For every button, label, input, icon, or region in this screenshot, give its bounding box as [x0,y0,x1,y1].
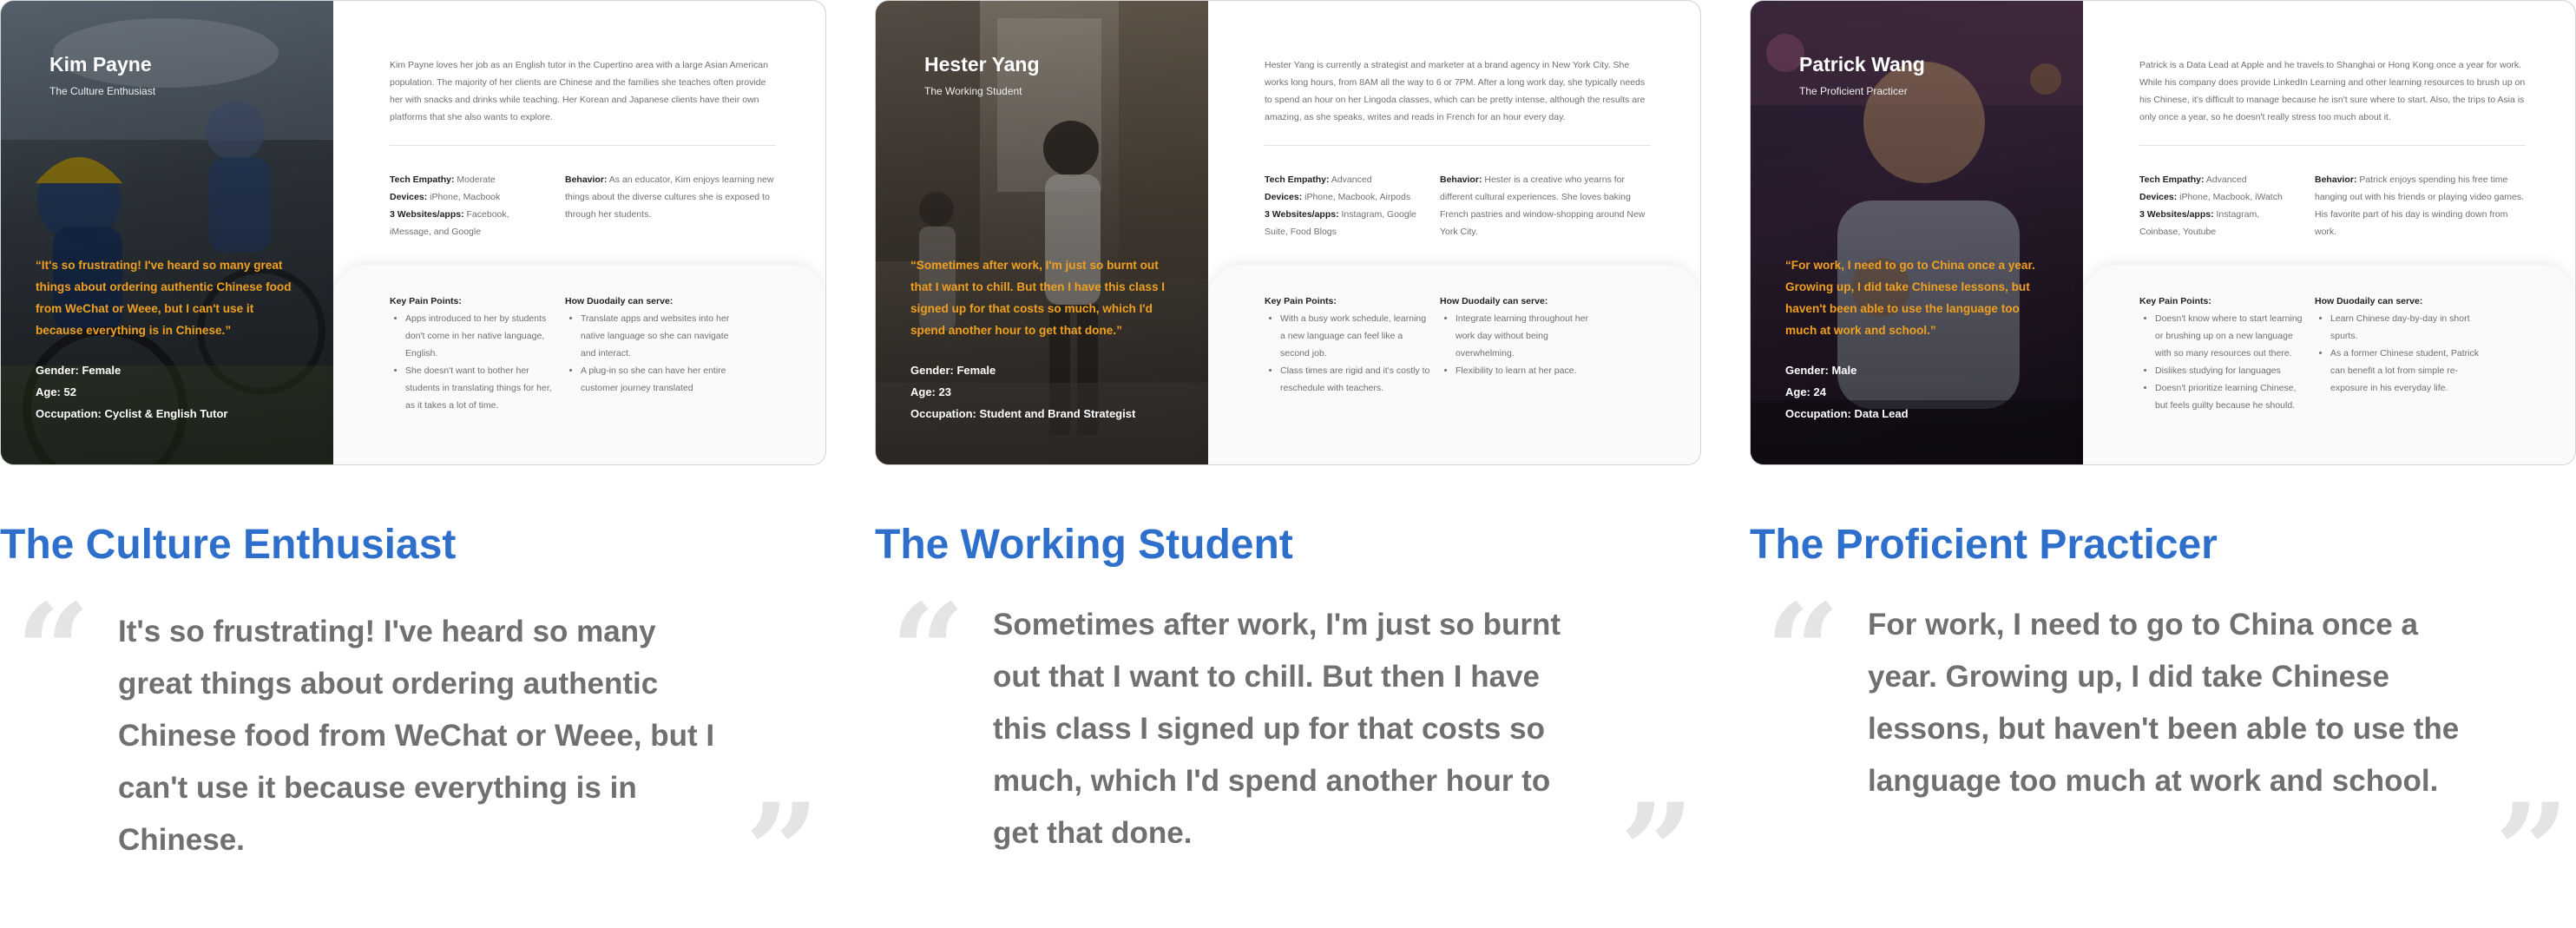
persona-card: Hester Yang The Working Student “Sometim… [875,0,1701,465]
close-quote-icon: ” [1620,775,1695,928]
list-item: Apps introduced to her by students don't… [405,310,557,362]
serve-title: How Duodaily can serve: [1440,296,1548,306]
list-item: Class times are rigid and it's costly to… [1280,362,1432,397]
pain-points-list: Apps introduced to her by students don't… [390,310,557,414]
open-quote-icon: “ [890,576,966,728]
persona-needs-panel: Key Pain Points: Apps introduced to her … [333,265,825,464]
divider [390,145,776,146]
list-item: As a former Chinese student, Patrick can… [2330,345,2482,397]
persona-occupation: Occupation: Data Lead [1785,407,1909,420]
persona-gender: Gender: Male [1785,364,1857,377]
serve-list: Integrate learning throughout her work d… [1440,310,1607,379]
persona-age: Age: 52 [36,385,76,398]
persona-photo: Patrick Wang The Proficient Practicer “F… [1751,1,2083,464]
persona-column-patrick: Patrick Wang The Proficient Practicer “F… [1750,0,2576,917]
serve-title: How Duodaily can serve: [2315,296,2423,306]
pain-points-list: With a busy work schedule, learning a ne… [1265,310,1432,397]
list-item: With a busy work schedule, learning a ne… [1280,310,1432,362]
open-quote-icon: “ [16,576,91,728]
persona-name: Hester Yang [924,53,1040,76]
persona-quote: “For work, I need to go to China once a … [1785,259,2035,337]
close-quote-icon: ” [745,775,820,928]
persona-photo: Hester Yang The Working Student “Sometim… [876,1,1208,464]
persona-needs-panel: Key Pain Points: With a busy work schedu… [1208,265,1700,464]
persona-heading: The Working Student [875,522,1293,568]
devices-row: Devices: iPhone, Macbook [390,192,501,202]
devices-row: Devices: iPhone, Macbook, iWatch [2139,192,2283,202]
persona-big-quote: It's so frustrating! I've heard so many … [118,615,715,857]
list-item: Doesn't know where to start learning or … [2155,310,2307,362]
persona-age: Age: 23 [910,385,951,398]
persona-tech-facts: Tech Empathy: Advanced Devices: iPhone, … [1265,171,1421,240]
list-item: Learn Chinese day-by-day in short spurts… [2330,310,2482,345]
list-item: Translate apps and websites into her nat… [581,310,733,362]
persona-heading: The Proficient Practicer [1750,522,2218,568]
list-item: Integrate learning throughout her work d… [1456,310,1607,362]
persona-bio: Patrick is a Data Lead at Apple and he t… [2139,60,2526,122]
persona-card: Patrick Wang The Proficient Practicer “F… [1750,0,2576,465]
pain-points-title: Key Pain Points: [1265,296,1337,306]
persona-quote: “Sometimes after work, I'm just so burnt… [910,259,1166,337]
serve-list: Translate apps and websites into her nat… [565,310,733,397]
persona-card: Kim Payne The Culture Enthusiast “It's s… [0,0,826,465]
list-item: Dislikes studying for languages [2155,362,2307,379]
persona-needs-panel: Key Pain Points: Doesn't know where to s… [2083,265,2575,464]
persona-big-quote: For work, I need to go to China once a y… [1868,608,2460,798]
list-item: A plug-in so she can have her entire cus… [581,362,733,397]
serve-title: How Duodaily can serve: [565,296,674,306]
persona-big-quote: Sometimes after work, I'm just so burnt … [993,608,1561,850]
websites-row: 3 Websites/apps: Instagram, Google Suite… [1265,209,1416,237]
persona-heading: The Culture Enthusiast [0,522,457,568]
persona-gender: Gender: Female [910,364,996,377]
tech-empathy-row: Tech Empathy: Advanced [2139,174,2247,185]
websites-row: 3 Websites/apps: Facebook, iMessage, and… [390,209,509,237]
persona-tagline: The Proficient Practicer [1799,85,1908,97]
tech-empathy-row: Tech Empathy: Moderate [390,174,496,185]
persona-behavior: Behavior: Hester is a creative who yearn… [1440,174,1646,237]
list-item: Flexibility to learn at her pace. [1456,362,1607,379]
persona-bio: Hester Yang is currently a strategist an… [1265,60,1646,122]
open-quote-icon: “ [1765,576,1841,728]
persona-occupation: Occupation: Student and Brand Strategist [910,407,1136,420]
serve-list: Learn Chinese day-by-day in short spurts… [2315,310,2482,397]
tech-empathy-row: Tech Empathy: Advanced [1265,174,1372,185]
persona-tech-facts: Tech Empathy: Advanced Devices: iPhone, … [2139,171,2296,240]
persona-tagline: The Culture Enthusiast [49,85,156,97]
list-item: She doesn't want to bother her students … [405,362,557,414]
persona-column-hester: Hester Yang The Working Student “Sometim… [875,0,1701,917]
persona-tagline: The Working Student [924,85,1022,97]
divider [2139,145,2526,146]
persona-name: Kim Payne [49,53,152,76]
persona-gender: Gender: Female [36,364,122,377]
persona-column-kim: Kim Payne The Culture Enthusiast “It's s… [0,0,826,917]
persona-behavior: Behavior: Patrick enjoys spending his fr… [2315,174,2525,237]
persona-age: Age: 24 [1785,385,1826,398]
persona-tech-facts: Tech Empathy: Moderate Devices: iPhone, … [390,171,546,240]
close-quote-icon: ” [2494,775,2570,928]
pain-points-list: Doesn't know where to start learning or … [2139,310,2307,414]
persona-quote: “It's so frustrating! I've heard so many… [36,259,292,337]
pain-points-title: Key Pain Points: [390,296,462,306]
persona-behavior: Behavior: As an educator, Kim enjoys lea… [565,174,774,220]
websites-row: 3 Websites/apps: Instagram, Coinbase, Yo… [2139,209,2260,237]
list-item: Doesn't prioritize learning Chinese, but… [2155,379,2307,414]
persona-occupation: Occupation: Cyclist & English Tutor [36,407,228,420]
persona-name: Patrick Wang [1799,53,1925,76]
pain-points-title: Key Pain Points: [2139,296,2211,306]
divider [1265,145,1651,146]
persona-bio: Kim Payne loves her job as an English tu… [390,60,768,122]
devices-row: Devices: iPhone, Macbook, Airpods [1265,192,1411,202]
persona-photo: Kim Payne The Culture Enthusiast “It's s… [1,1,333,464]
